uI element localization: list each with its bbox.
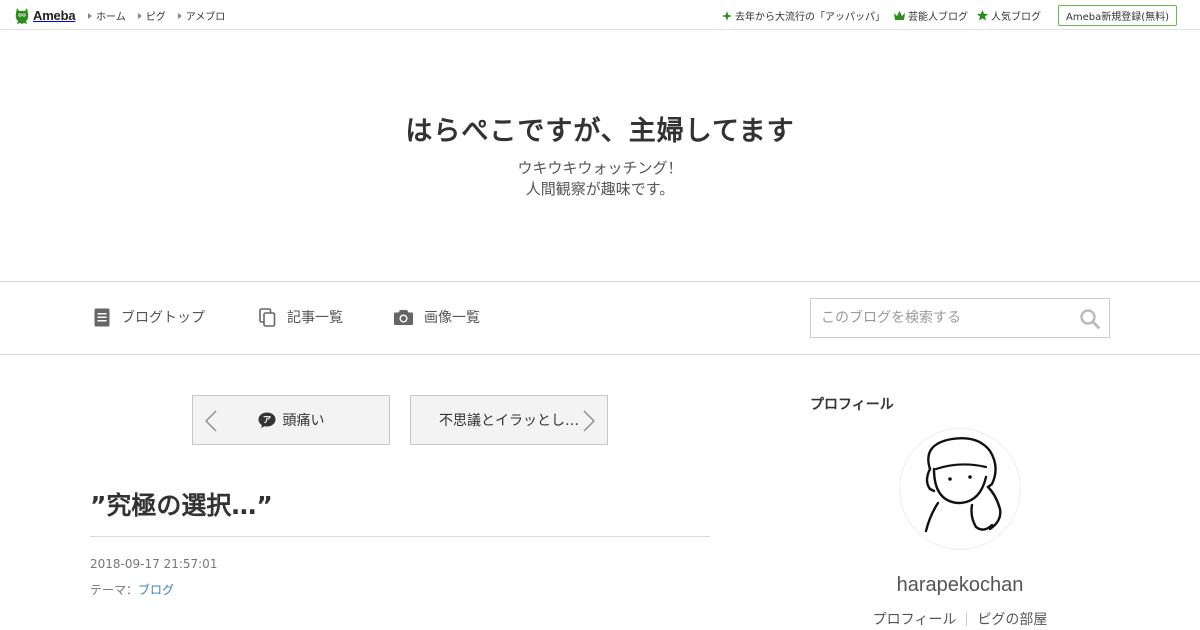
register-button[interactable]: Ameba新規登録(無料) xyxy=(1057,5,1177,26)
crown-icon xyxy=(893,11,905,20)
global-right-links: 去年から大流行の「アッパッパ」 芸能人ブログ 人気ブログ Ameba新規登録(無… xyxy=(721,5,1186,26)
nav-blog-top-label: ブログトップ xyxy=(121,310,205,326)
chevron-right-icon xyxy=(583,410,595,436)
nav-ameblo-label: アメブロ xyxy=(185,12,226,23)
blog-description: ウキウキウォッチング！ 人間観察が趣味です。 xyxy=(0,158,1200,200)
blog-header: はらぺこですが、主婦してます ウキウキウォッチング！ 人間観察が趣味です。 xyxy=(0,31,1200,281)
pig-room-link[interactable]: ピグの部屋 xyxy=(967,609,1057,629)
chevron-left-icon xyxy=(205,410,217,436)
entry-date: 2018-09-17 21:57:01 xyxy=(90,557,218,571)
profile-name[interactable]: harapekochan xyxy=(810,574,1110,597)
global-header: Ameba ホーム ピグ アメブロ 去年から大流行の「アッパッパ」 芸能人ブログ… xyxy=(0,0,1200,30)
svg-text:ア: ア xyxy=(262,416,271,426)
celebrity-blog-link[interactable]: 芸能人ブログ xyxy=(893,8,968,23)
ameba-mascot-icon xyxy=(15,8,29,24)
document-icon xyxy=(94,308,110,327)
avatar-drawing xyxy=(924,437,1002,533)
blog-nav: ブログトップ 記事一覧 画像一覧 xyxy=(0,281,1200,355)
entry-theme-link[interactable]: ブログ xyxy=(138,583,174,597)
prev-entry-button[interactable]: ア 頭痛い xyxy=(192,395,390,445)
camera-icon xyxy=(394,309,413,325)
profile-links: プロフィール ピグの部屋 xyxy=(810,609,1110,629)
profile-link[interactable]: プロフィール xyxy=(863,609,967,629)
triangle-right-icon xyxy=(137,12,142,19)
prev-entry-label: 頭痛い xyxy=(282,413,325,429)
next-entry-button[interactable]: 不思議とイラッとし… xyxy=(410,395,608,445)
nav-ameblo[interactable]: アメブロ xyxy=(177,8,226,23)
nav-home-label: ホーム xyxy=(96,12,126,23)
blog-search xyxy=(810,298,1110,338)
blog-description-line2: 人間観察が趣味です。 xyxy=(525,180,675,198)
entry-theme-prefix: テーマ： xyxy=(90,583,139,597)
trend-link[interactable]: 去年から大流行の「アッパッパ」 xyxy=(721,8,885,23)
popular-blog-label: 人気ブログ xyxy=(990,12,1041,23)
amember-badge-icon: ア xyxy=(258,412,276,428)
nav-image-list-label: 画像一覧 xyxy=(424,310,480,326)
popular-blog-link[interactable]: 人気ブログ xyxy=(976,8,1041,23)
nav-home[interactable]: ホーム xyxy=(88,8,126,23)
nav-pigg[interactable]: ピグ xyxy=(137,8,166,23)
celebrity-blog-label: 芸能人ブログ xyxy=(907,12,968,23)
sidebar-profile-heading: プロフィール xyxy=(810,397,894,413)
entry-divider xyxy=(90,536,710,537)
entry-theme: テーマ：ブログ xyxy=(90,581,174,598)
trend-link-label: 去年から大流行の「アッパッパ」 xyxy=(734,12,885,23)
logo-text: Ameba xyxy=(33,7,76,23)
entry-title[interactable]: ”究極の選択…” xyxy=(90,486,273,522)
nav-blog-top[interactable]: ブログトップ xyxy=(94,307,205,327)
copy-icon xyxy=(259,307,276,327)
sparkle-icon xyxy=(721,10,732,21)
nav-entry-list-label: 記事一覧 xyxy=(287,310,343,326)
ameba-logo[interactable]: Ameba xyxy=(14,6,76,24)
search-icon[interactable] xyxy=(1079,308,1101,330)
next-entry-label: 不思議とイラッとし… xyxy=(439,413,579,429)
blog-description-line1: ウキウキウォッチング！ xyxy=(517,159,683,177)
nav-image-list[interactable]: 画像一覧 xyxy=(394,307,480,327)
blog-search-input[interactable] xyxy=(811,299,1071,337)
nav-entry-list[interactable]: 記事一覧 xyxy=(259,307,343,327)
triangle-right-icon xyxy=(88,12,92,19)
triangle-right-icon xyxy=(177,12,182,19)
star-icon xyxy=(976,10,988,21)
nav-pigg-label: ピグ xyxy=(145,12,166,23)
blog-title[interactable]: はらぺこですが、主婦してます xyxy=(0,109,1200,148)
avatar[interactable] xyxy=(900,429,1020,549)
global-nav: ホーム ピグ アメブロ xyxy=(88,8,237,23)
